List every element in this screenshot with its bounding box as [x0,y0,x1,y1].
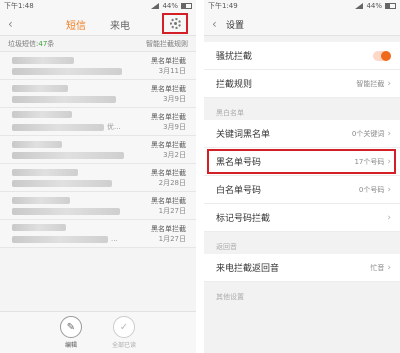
message-date: 1月27日 [158,206,186,215]
block-rules-value: 智能拦截 [356,79,385,88]
mark-all-read-label: 全部已读 [111,342,136,349]
chevron-right-icon: › [387,212,391,223]
spam-unit: 条 [47,39,55,48]
spam-summary: 垃圾短信:47条 智能拦截规则 [0,36,196,52]
battery-percent: 44% [366,2,382,10]
chevron-right-icon: › [387,262,391,273]
message-tag: 黑名单拦截 [151,168,186,177]
status-bar: 下午1:48 44% [0,0,196,12]
battery-icon [181,3,192,9]
chevron-right-icon: › [387,156,391,167]
blurred-preview [12,207,120,215]
page-title: 设置 [226,21,245,31]
blurred-sender [12,84,68,92]
blurred-preview [12,123,104,131]
message-date: 3月2日 [163,150,186,159]
signal-icon [355,3,364,9]
battery-percent: 44% [162,2,178,10]
block-rules-row[interactable]: 拦截规则 智能拦截 › [204,70,400,98]
chevron-right-icon: › [387,128,391,139]
right-screen: 下午1:49 44% ‹ 设置 骚扰拦截 拦截规则 智能拦截 › 黑白名单 关键… [204,0,400,353]
message-tag: 黑名单拦截 [151,84,186,93]
signal-icon [151,3,160,9]
list-item[interactable]: ... 黑名单拦截 1月27日 [0,220,196,248]
ringback-value: 忙音 [370,263,385,272]
message-date: 2月28日 [158,178,186,187]
list-item[interactable]: 黑名单拦截 3月11日 [0,52,196,80]
check-icon: ✓ [112,316,135,338]
number-blacklist-label: 黑名单号码 [216,158,262,168]
top-bar: ‹ 设置 [204,12,400,36]
blurred-preview [12,179,112,187]
section-header: 黑白名单 [204,98,400,120]
chevron-right-icon: › [387,78,391,89]
gear-icon [169,18,181,29]
ringback-label: 来电拦截返回音 [216,264,280,274]
blurred-preview [12,67,122,75]
mark-all-read-button[interactable]: ✓ 全部已读 [112,316,136,353]
section-header: 其他设置 [204,282,400,304]
whitelist-value: 0个号码 [358,185,385,194]
tab-sms[interactable]: 短信 [66,17,86,32]
message-date: 3月11日 [158,66,186,75]
status-time: 下午1:48 [4,2,34,10]
blurred-sender [12,224,66,231]
harass-block-row[interactable]: 骚扰拦截 [204,42,400,70]
blurred-sender [12,56,74,64]
back-icon[interactable]: ‹ [212,18,217,30]
marked-number-label: 标记号码拦截 [216,214,271,224]
edit-label: 编辑 [64,342,77,349]
section-header: 返回音 [204,232,400,254]
status-bar: 下午1:49 44% [204,0,400,12]
settings-button[interactable] [162,13,188,34]
top-bar: ‹ 短信 来电 [0,12,196,36]
blurred-preview [12,95,116,103]
message-date: 3月9日 [163,94,186,103]
block-rules-label: 拦截规则 [216,80,253,90]
list-item[interactable]: 黑名单拦截 1月27日 [0,192,196,220]
number-blacklist-row[interactable]: 黑名单号码 17个号码 › [204,148,400,176]
blurred-preview [12,235,108,243]
blurred-sender [12,168,78,176]
spam-label: 垃圾短信: [8,39,39,48]
list-item[interactable]: 黑名单拦截 2月28日 [0,164,196,192]
message-date: 3月9日 [163,122,186,131]
harass-block-label: 骚扰拦截 [216,52,253,62]
number-blacklist-value: 17个号码 [354,157,385,166]
status-time: 下午1:49 [208,2,238,10]
message-tag: 黑名单拦截 [151,112,186,121]
list-item[interactable]: 黑名单拦截 3月9日 [0,80,196,108]
edit-button[interactable]: ✎ 编辑 [59,316,82,353]
whitelist-label: 白名单号码 [216,186,262,196]
marked-number-row[interactable]: 标记号码拦截 › [204,204,400,232]
left-screen: 下午1:48 44% ‹ 短信 来电 垃圾短信:47条 智能拦截规则 黑名单拦截… [0,0,196,353]
smart-rules-link[interactable]: 智能拦截规则 [146,39,188,49]
list-item[interactable]: 优... 黑名单拦截 3月9日 [0,108,196,136]
message-tag: 黑名单拦截 [151,196,186,205]
preview-tail: ... [111,235,118,243]
whitelist-row[interactable]: 白名单号码 0个号码 › [204,176,400,204]
blurred-sender [12,140,62,148]
harass-block-toggle[interactable] [373,50,391,61]
keyword-blacklist-value: 0个关键词 [351,129,385,138]
bottom-toolbar: ✎ 编辑 ✓ 全部已读 [0,311,196,353]
blurred-sender [12,111,72,118]
blurred-preview [12,151,124,159]
tab-calls[interactable]: 来电 [110,17,130,32]
list-item[interactable]: 黑名单拦截 3月2日 [0,136,196,164]
message-tag: 黑名单拦截 [151,224,186,233]
message-tag: 黑名单拦截 [151,140,186,149]
message-date: 1月27日 [158,234,186,243]
keyword-blacklist-label: 关键词黑名单 [216,130,271,140]
message-tag: 黑名单拦截 [151,56,186,65]
chevron-right-icon: › [387,184,391,195]
ringback-row[interactable]: 来电拦截返回音 忙音 › [204,254,400,282]
keyword-blacklist-row[interactable]: 关键词黑名单 0个关键词 › [204,120,400,148]
spam-count: 47 [38,39,48,48]
edit-icon: ✎ [59,316,82,338]
preview-tail: 优... [107,123,121,131]
blurred-sender [12,196,70,204]
battery-icon [385,3,396,9]
